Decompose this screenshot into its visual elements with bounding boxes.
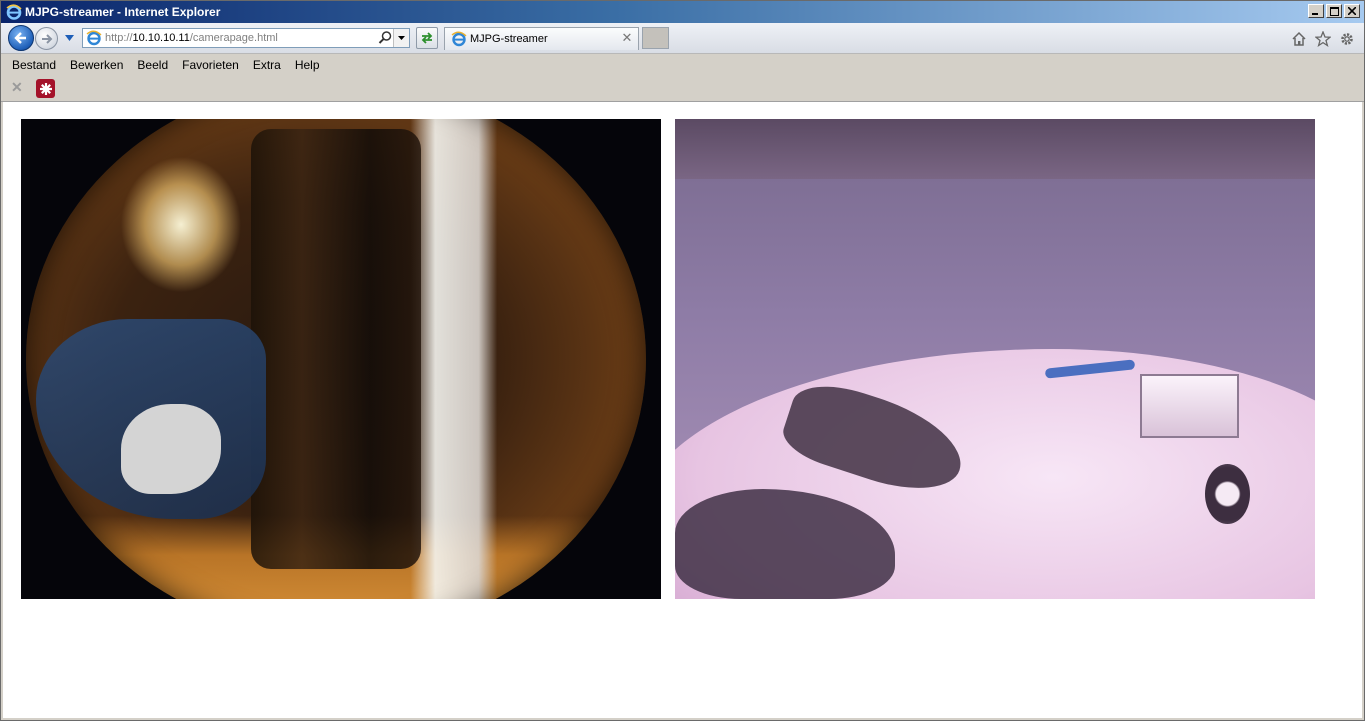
gear-icon bbox=[1341, 33, 1353, 45]
address-bar[interactable]: http://10.10.10.11/camerapage.html bbox=[82, 28, 410, 48]
address-dropdown[interactable] bbox=[393, 29, 409, 47]
tab-label: MJPG-streamer bbox=[470, 33, 548, 45]
address-input[interactable]: http://10.10.10.11/camerapage.html bbox=[105, 32, 278, 44]
title-bar[interactable]: MJPG-streamer - Internet Explorer bbox=[1, 1, 1364, 23]
search-icon[interactable] bbox=[377, 30, 393, 46]
forward-arrow-icon bbox=[41, 33, 52, 44]
favorite-app-icon bbox=[39, 82, 52, 95]
menu-bewerken[interactable]: Bewerken bbox=[63, 58, 130, 72]
close-icon[interactable]: ✕ bbox=[11, 79, 25, 95]
page-icon bbox=[86, 30, 102, 46]
compatibility-refresh-icon bbox=[421, 32, 433, 44]
compatibility-button[interactable] bbox=[416, 27, 438, 49]
back-arrow-icon bbox=[14, 32, 26, 44]
back-button[interactable] bbox=[8, 25, 34, 51]
home-button[interactable] bbox=[1290, 30, 1308, 48]
maximize-icon bbox=[1329, 6, 1339, 16]
browser-window: MJPG-streamer - Internet Explorer http:/… bbox=[0, 0, 1365, 721]
camera-stream-2 bbox=[675, 119, 1315, 599]
favorite-app-button[interactable] bbox=[36, 79, 55, 98]
history-dropdown[interactable] bbox=[63, 32, 75, 44]
tab-close-icon[interactable]: ✕ bbox=[620, 31, 634, 45]
home-icon bbox=[1292, 31, 1306, 46]
close-button[interactable] bbox=[1344, 4, 1360, 18]
minimize-icon bbox=[1312, 13, 1318, 15]
command-bar: ✕ bbox=[1, 76, 1364, 102]
new-tab-button[interactable] bbox=[642, 27, 669, 49]
internet-explorer-icon bbox=[6, 4, 22, 20]
tab-mjpg-streamer[interactable]: MJPG-streamer ✕ bbox=[444, 27, 639, 50]
menu-help[interactable]: Help bbox=[288, 58, 327, 72]
menu-bar: Bestand Bewerken Beeld Favorieten Extra … bbox=[1, 54, 1364, 76]
close-icon bbox=[1348, 7, 1356, 15]
window-title: MJPG-streamer - Internet Explorer bbox=[25, 5, 221, 19]
menu-extra[interactable]: Extra bbox=[246, 58, 288, 72]
menu-beeld[interactable]: Beeld bbox=[130, 58, 175, 72]
forward-button[interactable] bbox=[35, 27, 58, 50]
navigation-bar: http://10.10.10.11/camerapage.html MJPG-… bbox=[1, 23, 1364, 54]
menu-favorieten[interactable]: Favorieten bbox=[175, 58, 246, 72]
menu-bestand[interactable]: Bestand bbox=[5, 58, 63, 72]
page-content bbox=[3, 102, 1362, 718]
page-icon bbox=[451, 31, 467, 47]
maximize-button[interactable] bbox=[1326, 4, 1342, 18]
star-icon bbox=[1315, 31, 1331, 47]
favorites-button[interactable] bbox=[1314, 30, 1332, 48]
chevron-down-icon bbox=[398, 36, 405, 40]
tools-button[interactable] bbox=[1338, 30, 1356, 48]
chevron-down-icon bbox=[64, 35, 74, 41]
camera-stream-1 bbox=[21, 119, 661, 599]
minimize-button[interactable] bbox=[1308, 4, 1324, 18]
